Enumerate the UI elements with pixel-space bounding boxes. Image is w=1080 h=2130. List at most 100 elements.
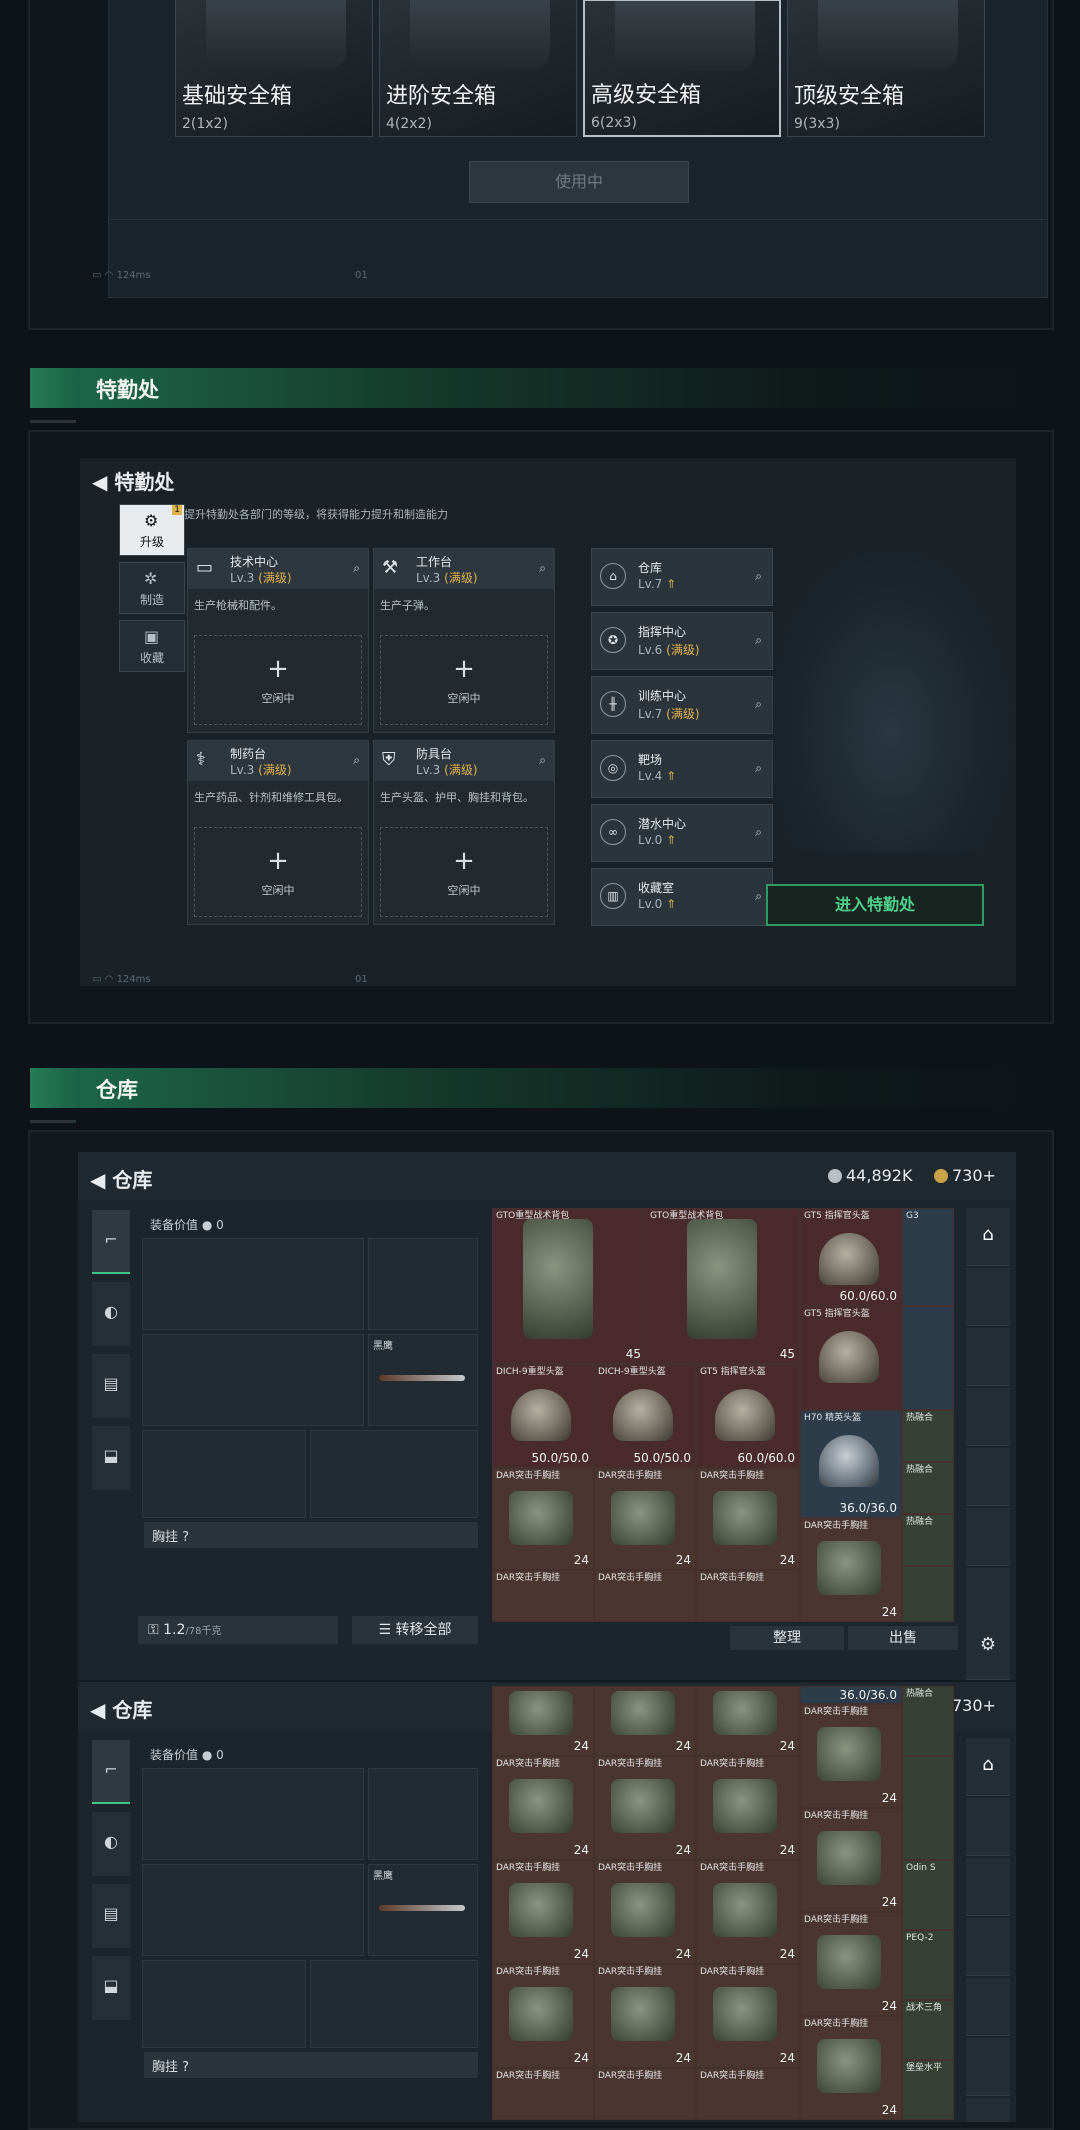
search-icon[interactable]: ⌕	[353, 753, 360, 768]
in-use-button[interactable]: 使用中	[469, 161, 689, 203]
warehouse-icon[interactable]: ⌂	[966, 1208, 1010, 1266]
item-cell[interactable]: DAR突击手胸挂 24	[696, 1468, 800, 1570]
secondary-weapon-slot[interactable]	[142, 1864, 364, 1956]
search-icon[interactable]: ⌕	[755, 697, 762, 712]
container-slot[interactable]	[966, 2038, 1010, 2096]
facility-training-center[interactable]: ╫ 训练中心 Lv.7 (满级) ⌕	[591, 676, 773, 734]
tab-helmet[interactable]: ◐	[92, 1812, 130, 1876]
item-cell[interactable]: 24	[696, 1686, 800, 1756]
tab-backpack[interactable]: ▤	[92, 1354, 130, 1418]
item-cell[interactable]: DAR突击手胸挂 24	[594, 1964, 696, 2068]
enter-tequ-button[interactable]: 进入特勤处	[766, 884, 984, 926]
container-slot[interactable]	[966, 2098, 1010, 2122]
search-icon[interactable]: ⌕	[755, 889, 762, 904]
primary-weapon-slot[interactable]	[142, 1238, 364, 1330]
container-slot[interactable]	[966, 1448, 1010, 1506]
sell-button[interactable]: 出售	[848, 1626, 958, 1650]
knife-slot[interactable]: 黑鹰	[368, 1334, 478, 1426]
tab-helmet[interactable]: ◐	[92, 1282, 130, 1346]
item-cell[interactable]: GTO重型战术背包 45	[646, 1208, 800, 1364]
helmet-slot[interactable]	[142, 1430, 306, 1518]
gold-balance[interactable]: 730+	[934, 1166, 996, 1185]
search-icon[interactable]: ⌕	[755, 569, 762, 584]
container-slot[interactable]	[966, 1328, 1010, 1386]
item-cell[interactable]: DAR突击手胸挂 24	[800, 1704, 902, 1808]
tab-box[interactable]: ⬓	[92, 1426, 130, 1490]
armor-slot[interactable]	[310, 1430, 478, 1518]
dept-tech-center[interactable]: ▭ 技术中心 Lv.3 (满级) ⌕ 生产枪械和配件。 + 空闲中	[187, 548, 369, 733]
item-cell[interactable]: DAR突击手胸挂 24	[492, 1468, 594, 1570]
facility-command-center[interactable]: ✪ 指挥中心 Lv.6 (满级) ⌕	[591, 612, 773, 670]
secondary-weapon-slot[interactable]	[142, 1334, 364, 1426]
tab-box[interactable]: ⬓	[92, 1956, 130, 2020]
facility-range[interactable]: ◎ 靶场 Lv.4 ⇑ ⌕	[591, 740, 773, 798]
item-cell[interactable]: DAR突击手胸挂	[594, 1570, 696, 1622]
item-cell[interactable]: DAR突击手胸挂 24	[594, 1860, 696, 1964]
sort-button[interactable]: 整理	[730, 1626, 844, 1650]
item-cell[interactable]: DAR突击手胸挂 24	[800, 1912, 902, 2016]
item-cell[interactable]: H70 精英头盔 36.0/36.0	[800, 1410, 902, 1518]
tequ-header[interactable]: ◀ 特勤处	[92, 466, 174, 495]
production-slot[interactable]: + 空闲中	[380, 827, 548, 917]
facility-dive-center[interactable]: ∞ 潜水中心 Lv.0 ⇑ ⌕	[591, 804, 773, 862]
safebox-top[interactable]: 顶级安全箱 9(3x3)	[787, 0, 985, 137]
primary-weapon-slot[interactable]	[142, 1768, 364, 1860]
container-slot[interactable]	[966, 1858, 1010, 1916]
item-cell[interactable]: DICH-9重型头盔 50.0/50.0	[492, 1364, 594, 1468]
settings-icon[interactable]: ⚙	[966, 1622, 1010, 1680]
item-cell[interactable]: DAR突击手胸挂 24	[594, 1756, 696, 1860]
item-cell[interactable]: DAR突击手胸挂 24	[492, 1756, 594, 1860]
safebox-advanced[interactable]: 进阶安全箱 4(2x2)	[379, 0, 577, 137]
container-slot[interactable]	[966, 1268, 1010, 1326]
item-cell[interactable]: DAR突击手胸挂 24	[492, 1964, 594, 2068]
item-cell[interactable]: DAR突击手胸挂	[492, 2068, 594, 2120]
helmet-slot[interactable]	[142, 1960, 306, 2048]
search-icon[interactable]: ⌕	[755, 761, 762, 776]
item-cell[interactable]: Odin S	[902, 1860, 954, 1930]
container-slot[interactable]	[966, 1978, 1010, 2036]
item-cell[interactable]: 热融合	[902, 1686, 954, 1756]
item-cell[interactable]: DICH-9重型头盔 50.0/50.0	[594, 1364, 696, 1468]
item-cell[interactable]	[902, 1756, 954, 1860]
item-cell[interactable]: GT5 指挥官头盔 60.0/60.0	[696, 1364, 800, 1468]
back-icon[interactable]: ◀	[90, 1168, 105, 1192]
item-cell[interactable]: 战术三角	[902, 2000, 954, 2060]
chest-rig-slot[interactable]: 胸挂 ?	[144, 1522, 478, 1548]
side-collect[interactable]: ▣ 收藏	[119, 620, 185, 672]
container-slot[interactable]	[966, 1508, 1010, 1566]
item-cell[interactable]: DAR突击手胸挂 24	[696, 1860, 800, 1964]
search-icon[interactable]: ⌕	[539, 753, 546, 768]
item-cell[interactable]: 24	[492, 1686, 594, 1756]
search-icon[interactable]: ⌕	[755, 633, 762, 648]
item-cell[interactable]: 热融合	[902, 1410, 954, 1462]
side-upgrade[interactable]: ⚙ 升级 1	[119, 504, 185, 556]
item-cell[interactable]: DAR突击手胸挂 24	[800, 1808, 902, 1912]
item-cell[interactable]: 堡垒水平	[902, 2060, 954, 2120]
item-cell[interactable]: 36.0/36.0	[800, 1686, 902, 1704]
item-cell[interactable]: G3	[902, 1208, 954, 1306]
knife-slot[interactable]: 黑鹰	[368, 1864, 478, 1956]
item-cell[interactable]: GT5 指挥官头盔 60.0/60.0	[800, 1208, 902, 1306]
safebox-basic[interactable]: 基础安全箱 2(1x2)	[175, 0, 373, 137]
item-cell[interactable]: DAR突击手胸挂	[696, 1570, 800, 1622]
pistol-slot[interactable]	[368, 1238, 478, 1330]
facility-warehouse[interactable]: ⌂ 仓库 Lv.7 ⇑ ⌕	[591, 548, 773, 606]
production-slot[interactable]: + 空闲中	[194, 635, 362, 725]
tab-weapons[interactable]: ⌐	[92, 1210, 130, 1274]
item-cell[interactable]: DAR突击手胸挂 24	[492, 1860, 594, 1964]
facility-collection-room[interactable]: ▥ 收藏室 Lv.0 ⇑ ⌕	[591, 868, 773, 926]
item-cell[interactable]: DAR突击手胸挂 24	[696, 1964, 800, 2068]
item-cell[interactable]	[902, 1566, 954, 1622]
item-cell[interactable]: GT5 指挥官头盔	[800, 1306, 902, 1410]
back-icon[interactable]: ◀	[92, 470, 107, 494]
tab-backpack[interactable]: ▤	[92, 1884, 130, 1948]
container-slot[interactable]	[966, 1388, 1010, 1446]
item-cell[interactable]: DAR突击手胸挂	[696, 2068, 800, 2120]
search-icon[interactable]: ⌕	[755, 825, 762, 840]
item-cell[interactable]: 24	[594, 1686, 696, 1756]
safebox-senior[interactable]: 高级安全箱 6(2x3)	[583, 0, 781, 137]
item-cell[interactable]: 热融合	[902, 1514, 954, 1566]
side-craft[interactable]: ✲ 制造	[119, 562, 185, 614]
item-cell[interactable]: DAR突击手胸挂 24	[696, 1756, 800, 1860]
warehouse-header[interactable]: ◀ 仓库	[90, 1164, 152, 1193]
